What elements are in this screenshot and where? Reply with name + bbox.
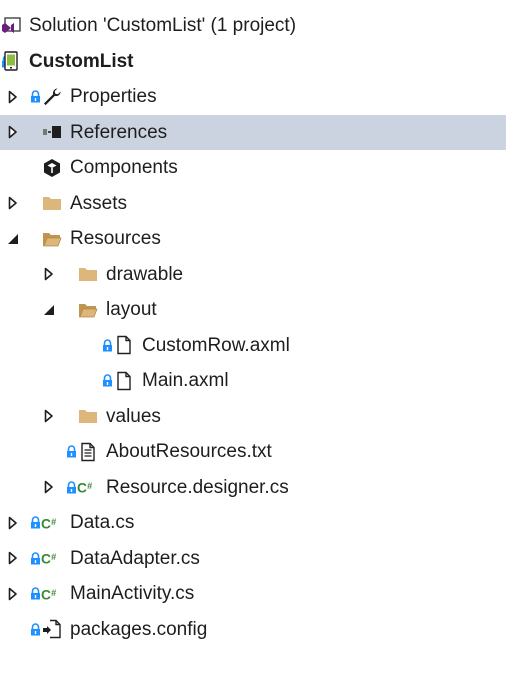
tree-item[interactable]: CustomList [0, 44, 506, 80]
folder-icon [77, 257, 99, 293]
tree-item[interactable]: Solution 'CustomList' (1 project) [0, 8, 506, 44]
lock-icon [65, 434, 77, 470]
lock-icon [29, 541, 41, 577]
text-file-icon [77, 434, 99, 470]
tree-item-label: Resource.designer.cs [106, 476, 289, 498]
folder-icon [41, 186, 63, 222]
tree-item[interactable]: C # Resource.designer.cs [0, 470, 506, 506]
svg-text:C: C [41, 516, 51, 531]
lock-icon [29, 576, 41, 612]
file-icon [113, 328, 135, 364]
tree-item[interactable]: CustomRow.axml [0, 328, 506, 364]
lock-icon [29, 612, 41, 648]
wrench-icon [41, 79, 63, 115]
tree-item-label: Solution 'CustomList' (1 project) [29, 15, 297, 36]
tree-item-label: Components [70, 157, 178, 178]
tree-item-label: Properties [70, 86, 157, 107]
folder-icon [77, 399, 99, 435]
svg-text:#: # [87, 481, 92, 491]
collapse-arrow-icon[interactable] [6, 221, 20, 257]
tree-item[interactable]: C # Data.cs [0, 505, 506, 541]
svg-text:#: # [51, 552, 56, 562]
tree-item-label: packages.config [70, 618, 208, 640]
tree-item[interactable]: packages.config [0, 612, 506, 648]
tree-item[interactable]: AboutResources.txt [0, 434, 506, 470]
lock-icon [29, 505, 41, 541]
expand-arrow-icon[interactable] [42, 257, 56, 293]
config-file-icon [41, 612, 63, 648]
tree-item-label: values [106, 405, 161, 427]
collapse-arrow-icon[interactable] [42, 292, 56, 328]
lock-icon [101, 328, 113, 364]
tree-item-label: Data.cs [70, 512, 135, 533]
tree-item-label: AboutResources.txt [106, 441, 272, 462]
tree-item-label: Main.axml [142, 370, 229, 391]
lock-icon [29, 79, 41, 115]
csharp-icon: C # [41, 505, 63, 541]
tree-item[interactable]: Resources [0, 221, 506, 257]
svg-text:C: C [41, 587, 51, 602]
folder-open-icon [41, 221, 63, 257]
expand-arrow-icon[interactable] [6, 576, 20, 612]
solution-icon [0, 8, 22, 44]
svg-text:C: C [77, 481, 87, 496]
tree-item-label: MainActivity.cs [70, 583, 195, 604]
tree-item[interactable]: C # MainActivity.cs [0, 576, 506, 612]
tree-item-label: CustomRow.axml [142, 334, 290, 356]
tree-item-label: DataAdapter.cs [70, 547, 200, 569]
file-icon [113, 363, 135, 399]
lock-icon [101, 363, 113, 399]
expand-arrow-icon[interactable] [6, 79, 20, 115]
tree-item[interactable]: Components [0, 150, 506, 186]
tree-item-label: References [70, 121, 168, 143]
tree-item-label: Resources [70, 228, 161, 249]
lock-icon [65, 470, 77, 506]
tree-item[interactable]: References [0, 114, 506, 151]
csharp-icon: C # [77, 470, 99, 506]
components-icon [41, 150, 63, 186]
folder-open-icon [77, 292, 99, 328]
tree-item[interactable]: Main.axml [0, 363, 506, 399]
tree-item[interactable]: layout [0, 292, 506, 328]
tree-item[interactable]: values [0, 399, 506, 435]
expand-arrow-icon[interactable] [42, 470, 56, 506]
expand-arrow-icon[interactable] [42, 399, 56, 435]
tree-item[interactable]: drawable [0, 257, 506, 293]
references-icon [41, 115, 63, 151]
tree-item[interactable]: Assets [0, 186, 506, 222]
expand-arrow-icon[interactable] [6, 186, 20, 222]
android-project-icon [0, 44, 22, 80]
solution-explorer-tree: Solution 'CustomList' (1 project) Custom… [0, 8, 506, 647]
svg-text:C: C [41, 552, 51, 567]
expand-arrow-icon[interactable] [6, 115, 20, 151]
csharp-icon: C # [41, 541, 63, 577]
tree-item-label: drawable [106, 263, 184, 285]
tree-item[interactable]: C # DataAdapter.cs [0, 541, 506, 577]
tree-item-label: CustomList [29, 50, 134, 72]
tree-item[interactable]: Properties [0, 79, 506, 115]
csharp-icon: C # [41, 576, 63, 612]
expand-arrow-icon[interactable] [6, 505, 20, 541]
tree-item-label: Assets [70, 192, 128, 214]
tree-item-label: layout [106, 299, 157, 320]
svg-text:#: # [51, 588, 56, 598]
svg-text:#: # [51, 517, 56, 527]
expand-arrow-icon[interactable] [6, 541, 20, 577]
